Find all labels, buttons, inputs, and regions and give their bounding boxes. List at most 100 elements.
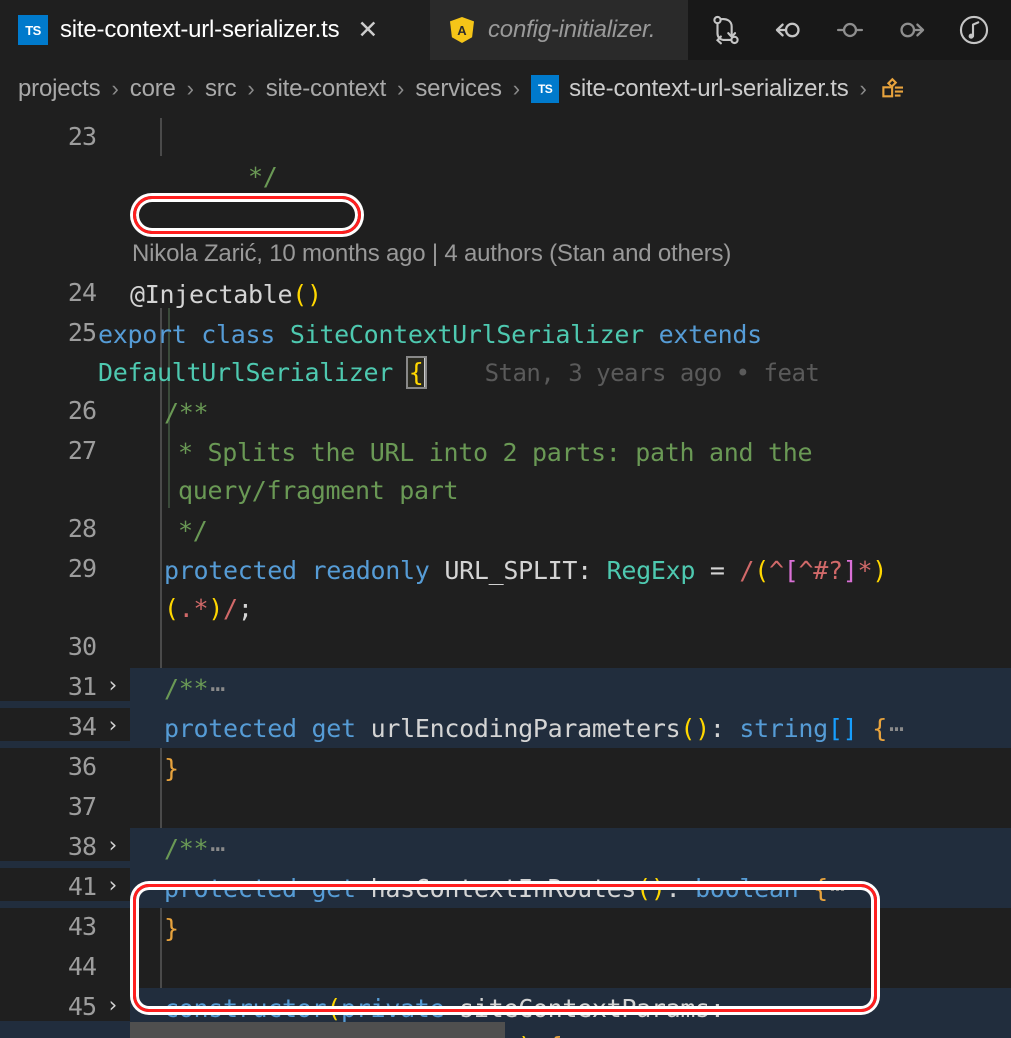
code-line-41[interactable]: 41 › protected get hasContextInRoutes():… <box>0 868 1011 908</box>
fold-chevron-icon <box>96 396 130 422</box>
git-blame-inline: Stan, 3 years ago • feat <box>484 359 820 387</box>
line-number: 38 <box>67 832 97 861</box>
code-text: * Splits the URL into 2 parts: path and … <box>178 438 813 505</box>
breadcrumb-item-src[interactable]: src <box>205 75 237 103</box>
code-text: /** <box>164 398 209 427</box>
chevron-right-icon: › <box>397 76 405 101</box>
tab-site-context-url-serializer[interactable]: TS site-context-url-serializer.ts ✕ <box>0 0 430 60</box>
code-text: @Injectable() <box>130 280 322 309</box>
line-gutter: 37 <box>0 788 130 821</box>
code-text: } <box>164 914 179 943</box>
current-change-icon[interactable] <box>819 0 881 60</box>
line-number: 37 <box>67 792 97 821</box>
breadcrumb-item-core[interactable]: core <box>130 75 176 103</box>
toggle-file-blame-icon[interactable] <box>943 0 1005 60</box>
angular-file-icon: A <box>448 15 476 45</box>
tab-label: site-context-url-serializer.ts <box>60 16 340 43</box>
horizontal-scrollbar[interactable] <box>130 1022 1011 1038</box>
code-text: /**⋯ <box>164 674 227 703</box>
line-gutter: 44 <box>0 948 130 981</box>
compare-changes-icon[interactable] <box>695 0 757 60</box>
fold-ellipsis[interactable]: ⋯ <box>887 714 905 743</box>
code-line-37[interactable]: 37 <box>0 788 1011 828</box>
code-line-44[interactable]: 44 <box>0 948 1011 988</box>
code-line-25[interactable]: 25 export class SiteContextUrlSerializer… <box>0 314 1011 392</box>
code-text: } <box>164 754 179 783</box>
git-blame-text: Nikola Zarić, 10 months ago | 4 authors … <box>132 240 732 267</box>
breadcrumb-item-projects[interactable]: projects <box>18 75 101 103</box>
line-number: 29 <box>67 554 97 583</box>
line-gutter: 23 <box>0 118 130 151</box>
tab-config-initializer[interactable]: A config-initializer. <box>430 0 688 60</box>
chevron-right-icon: › <box>111 76 119 101</box>
line-gutter: 34 › <box>0 708 130 741</box>
line-number: 43 <box>67 912 97 941</box>
line-number: 23 <box>67 122 97 151</box>
fold-ellipsis[interactable]: ⋯ <box>208 834 226 863</box>
line-gutter: 31 › <box>0 668 130 701</box>
code-text: /**⋯ <box>164 834 227 863</box>
code-line-38[interactable]: 38 › /**⋯ <box>0 828 1011 868</box>
line-number: 36 <box>67 752 97 781</box>
code-line-23[interactable]: 23 */ <box>0 118 1011 234</box>
previous-change-icon[interactable] <box>757 0 819 60</box>
fold-chevron-icon[interactable]: › <box>96 672 130 698</box>
breadcrumb-item-services[interactable]: services <box>415 75 502 103</box>
typescript-file-icon: TS <box>18 15 48 45</box>
line-gutter: 26 <box>0 392 130 425</box>
fold-chevron-icon[interactable]: › <box>96 992 130 1018</box>
code-text: protected readonly URL_SPLIT: RegExp = /… <box>164 556 888 623</box>
breadcrumb-item-site-context[interactable]: site-context <box>266 75 387 103</box>
line-gutter: 36 <box>0 748 130 781</box>
close-icon[interactable]: ✕ <box>357 17 378 43</box>
fold-chevron-icon <box>96 554 130 580</box>
code-line-30[interactable]: 30 <box>0 628 1011 668</box>
code-line-31[interactable]: 31 › /**⋯ <box>0 668 1011 708</box>
line-number: 34 <box>67 712 97 741</box>
line-gutter: 27 <box>0 432 130 465</box>
next-change-icon[interactable] <box>881 0 943 60</box>
fold-ellipsis[interactable]: ⋯ <box>828 874 846 903</box>
tab-label: config-initializer. <box>488 16 656 43</box>
chevron-right-icon: › <box>512 76 521 101</box>
code-line-27[interactable]: 27 * Splits the URL into 2 parts: path a… <box>0 432 1011 510</box>
code-line-34[interactable]: 34 › protected get urlEncodingParameters… <box>0 708 1011 748</box>
code-line-26[interactable]: 26 /** <box>0 392 1011 432</box>
line-gutter: 29 <box>0 550 130 583</box>
breadcrumb-item-file[interactable]: site-context-url-serializer.ts <box>569 75 849 103</box>
fold-chevron-icon <box>96 952 130 978</box>
fold-chevron-icon[interactable]: › <box>96 712 130 738</box>
svg-text:A: A <box>457 23 467 38</box>
code-editor[interactable]: 23 */ Nikola Zarić, 10 months ago | 4 au… <box>0 118 1011 1038</box>
fold-chevron-icon <box>96 632 130 658</box>
code-lines: 23 */ Nikola Zarić, 10 months ago | 4 au… <box>0 118 1011 1038</box>
git-blame-annotation[interactable]: Nikola Zarić, 10 months ago | 4 authors … <box>0 234 1011 274</box>
line-gutter: 28 <box>0 510 130 543</box>
code-text: protected get hasContextInRoutes(): bool… <box>164 874 846 903</box>
fold-chevron-icon <box>96 792 130 818</box>
code-text: */ <box>178 516 208 545</box>
fold-ellipsis[interactable]: ⋯ <box>208 674 226 703</box>
chevron-right-icon: › <box>247 76 255 101</box>
fold-chevron-icon[interactable]: › <box>96 832 130 858</box>
line-gutter: 43 <box>0 908 130 941</box>
fold-chevron-icon[interactable]: › <box>96 872 130 898</box>
line-gutter: 38 › <box>0 828 130 861</box>
code-text: */ <box>248 162 278 191</box>
code-text: protected get urlEncodingParameters(): s… <box>164 714 906 743</box>
chevron-right-icon: › <box>859 76 867 101</box>
line-gutter: 41 › <box>0 868 130 901</box>
line-number: 30 <box>67 632 97 661</box>
line-number: 31 <box>67 672 97 701</box>
typescript-file-icon: TS <box>531 75 560 103</box>
line-number: 27 <box>67 436 97 465</box>
class-symbol-icon[interactable] <box>878 74 908 104</box>
scrollbar-thumb[interactable] <box>130 1022 505 1038</box>
code-line-24[interactable]: 24 @Injectable() <box>0 274 1011 314</box>
code-line-43[interactable]: 43 } <box>0 908 1011 948</box>
code-line-36[interactable]: 36 } <box>0 748 1011 788</box>
code-line-28[interactable]: 28 */ <box>0 510 1011 550</box>
code-line-29[interactable]: 29 protected readonly URL_SPLIT: RegExp … <box>0 550 1011 628</box>
